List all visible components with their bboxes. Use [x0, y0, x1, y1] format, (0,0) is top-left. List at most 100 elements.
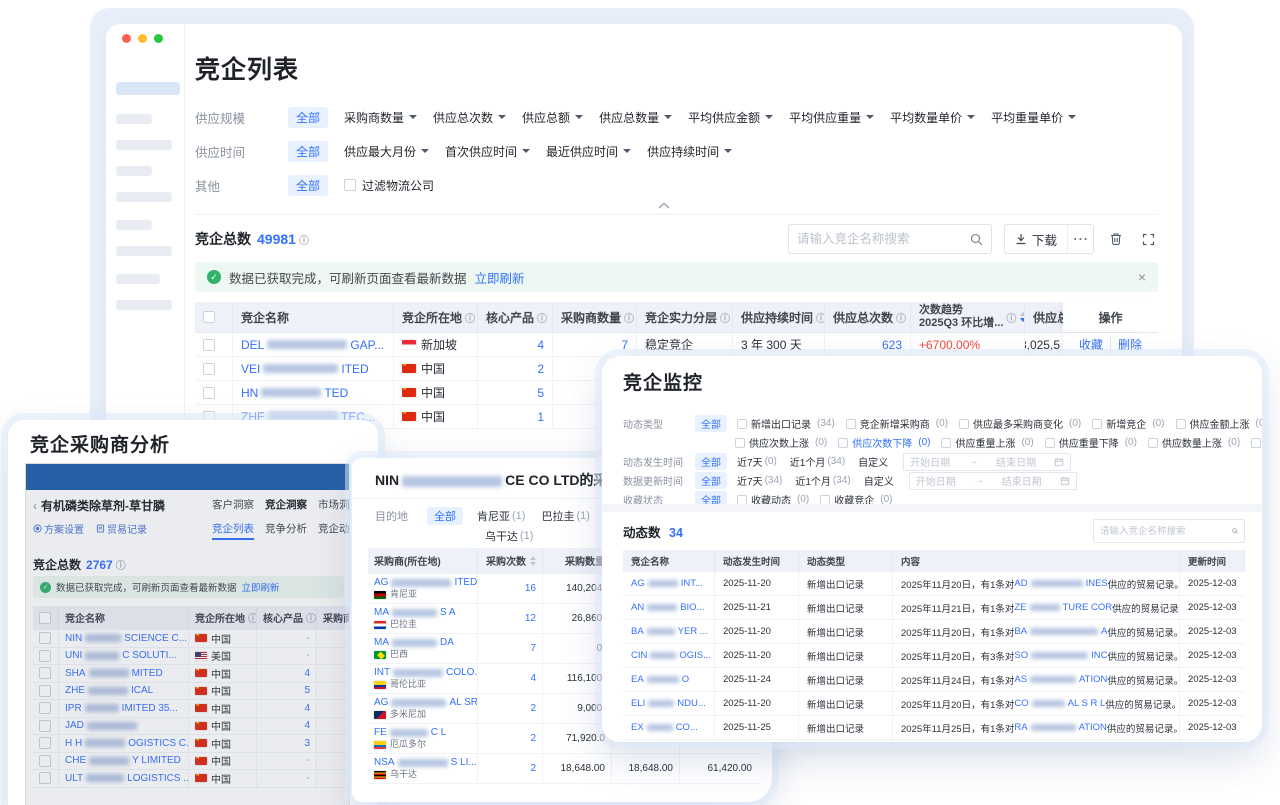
filter-option[interactable]: 肯尼亚(1): [477, 508, 525, 524]
cell-company-name[interactable]: AG INT...: [623, 572, 715, 595]
cell-purchaser-name[interactable]: MA S A巴拉圭: [368, 604, 478, 633]
filter-checkbox[interactable]: 供应金额上涨(0): [1176, 416, 1263, 431]
filter-checkbox[interactable]: 新增竞企(0): [1092, 416, 1164, 431]
company-link[interactable]: RA: [1014, 722, 1027, 733]
checkbox-icon[interactable]: [203, 339, 215, 351]
filter-all-chip[interactable]: 全部: [288, 107, 328, 128]
fullscreen-button[interactable]: [1138, 229, 1158, 249]
filter-dropdown[interactable]: 供应最大月份: [344, 143, 429, 160]
refresh-now-link[interactable]: 立即刷新: [242, 580, 280, 594]
filter-dropdown[interactable]: 平均重量单价: [991, 109, 1076, 126]
back-icon[interactable]: ‹: [33, 499, 37, 513]
cell-company-name[interactable]: CIN OGIS...: [623, 644, 715, 667]
filter-dropdown[interactable]: 平均数量单价: [890, 109, 975, 126]
checkbox-icon[interactable]: [39, 737, 51, 749]
cell-company-name[interactable]: CHE Y LIMITED: [59, 753, 189, 770]
competitor-search-input[interactable]: [797, 232, 970, 246]
cell-purchaser-name[interactable]: AGITED肯尼亚: [368, 574, 478, 603]
filter-dropdown[interactable]: 最近供应时间: [546, 143, 631, 160]
filter-option[interactable]: 巴拉圭(1): [541, 508, 589, 524]
favorite-link[interactable]: 收藏: [1072, 336, 1110, 353]
checkbox-icon[interactable]: [39, 667, 51, 679]
cell-purchaser-name[interactable]: MA DA巴西: [368, 634, 478, 663]
filter-checkbox[interactable]: 供应数量下降(0): [1251, 435, 1262, 450]
cell-company-name[interactable]: BAYER ...: [623, 620, 715, 643]
filter-option[interactable]: 近7天(34): [737, 473, 782, 488]
cell-company-name[interactable]: UNI C SOLUTI...: [59, 648, 189, 665]
cell-company-name[interactable]: ZHE ICAL: [59, 683, 189, 700]
company-link[interactable]: AL S R L: [1068, 698, 1106, 709]
company-link[interactable]: CO: [1014, 698, 1028, 709]
filter-checkbox[interactable]: 供应重量下降(0): [1045, 435, 1137, 450]
cell-company-name[interactable]: VEI ITED: [233, 357, 394, 380]
filter-checkbox[interactable]: 供应次数下降(0): [838, 435, 930, 450]
company-link[interactable]: SO: [1014, 650, 1028, 661]
header-8[interactable]: 次数趋势2025Q3 环比增...: [911, 302, 1025, 332]
company-link[interactable]: TURE COR: [1063, 602, 1113, 613]
filter-all-chip[interactable]: 全部: [288, 141, 328, 162]
more-options-button[interactable]: [1067, 225, 1093, 253]
cell-company-name[interactable]: H H OGISTICS C...: [59, 735, 189, 752]
filter-all-chip[interactable]: 全部: [695, 472, 727, 489]
trade-records-link[interactable]: 贸易记录: [96, 521, 147, 536]
checkbox-icon[interactable]: [39, 685, 51, 697]
checkbox-icon[interactable]: [203, 311, 215, 323]
company-link[interactable]: AD: [1014, 578, 1027, 589]
company-link[interactable]: INES: [1086, 578, 1108, 589]
cell-company-name[interactable]: HN TED: [233, 381, 394, 404]
delete-button[interactable]: [1106, 229, 1126, 249]
delete-link[interactable]: 删除: [1110, 336, 1149, 353]
header-7[interactable]: 供应总次数: [825, 302, 911, 332]
date-range-input[interactable]: 开始日期→结束日期: [909, 472, 1077, 490]
sort-icon[interactable]: [530, 556, 536, 566]
filter-all-chip[interactable]: 全部: [288, 175, 328, 196]
checkbox-icon[interactable]: [39, 702, 51, 714]
subtab-竞企列表[interactable]: 竞企列表: [212, 521, 254, 540]
company-link[interactable]: ZE: [1014, 602, 1026, 613]
filter-option[interactable]: 近7天(0): [737, 454, 777, 469]
checkbox-icon[interactable]: [39, 612, 51, 624]
cell-company-name[interactable]: NIN SCIENCE C...: [59, 630, 189, 647]
filter-option[interactable]: 自定义: [864, 473, 894, 488]
cell-company-name[interactable]: IPR IMITED 35...: [59, 700, 189, 717]
filter-dropdown[interactable]: 供应总额: [522, 109, 583, 126]
scheme-settings-link[interactable]: 方案设置: [33, 521, 84, 536]
header-4[interactable]: 采购商数量: [553, 302, 637, 332]
filter-dropdown[interactable]: 平均供应金额: [688, 109, 773, 126]
filter-all-chip[interactable]: 全部: [695, 415, 727, 432]
filter-dropdown[interactable]: 平均供应重量: [789, 109, 874, 126]
filter-all-chip[interactable]: 全部: [427, 507, 463, 525]
filter-checkbox[interactable]: 新增出口记录(34): [737, 416, 835, 431]
cell-company-name[interactable]: SHA MITED: [59, 665, 189, 682]
cell-company-name[interactable]: EA O: [623, 668, 715, 691]
filter-dropdown[interactable]: 供应持续时间: [647, 143, 732, 160]
checkbox-icon[interactable]: [203, 363, 215, 375]
monitor-search-input[interactable]: [1100, 526, 1232, 537]
header-1[interactable]: 采购次数: [478, 548, 543, 573]
company-link[interactable]: INC: [1091, 650, 1107, 661]
filter-checkbox[interactable]: 供应数量上涨(0): [1148, 435, 1240, 450]
company-link[interactable]: ATION: [1079, 674, 1107, 685]
cell-company-name[interactable]: EXCO...: [623, 716, 715, 739]
checkbox-icon[interactable]: [39, 720, 51, 732]
cell-company-name[interactable]: DEL GAP...: [233, 333, 394, 356]
download-button[interactable]: 下载: [1005, 225, 1067, 253]
filter-all-chip[interactable]: 全部: [695, 453, 727, 470]
subtab-竞企动态[interactable]: 竞企动态: [318, 521, 350, 540]
checkbox-icon[interactable]: [39, 632, 51, 644]
filter-option[interactable]: 自定义: [858, 454, 888, 469]
filter-checkbox[interactable]: 供应重量上涨(0): [941, 435, 1033, 450]
filter-checkbox[interactable]: 供应最多采购商变化(0): [959, 416, 1081, 431]
subtab-竞争分析[interactable]: 竞争分析: [265, 521, 307, 540]
filter-checkbox[interactable]: 竞企新增采购商(0): [846, 416, 948, 431]
refresh-now-link[interactable]: 立即刷新: [475, 268, 525, 287]
checkbox-icon[interactable]: [203, 387, 215, 399]
tab-客户洞察[interactable]: 客户洞察: [212, 497, 254, 512]
cell-company-name[interactable]: ULT LOGISTICS ...: [59, 770, 189, 787]
filter-option[interactable]: 近1个月(34): [790, 454, 845, 469]
filter-dropdown[interactable]: 采购商数量: [344, 109, 417, 126]
cell-purchaser-name[interactable]: NSA S LI...乌干达: [368, 754, 478, 783]
cell-purchaser-name[interactable]: INT COLO...哥伦比亚: [368, 664, 478, 693]
company-link[interactable]: BA: [1014, 626, 1027, 637]
filter-dropdown[interactable]: 供应总数量: [599, 109, 672, 126]
